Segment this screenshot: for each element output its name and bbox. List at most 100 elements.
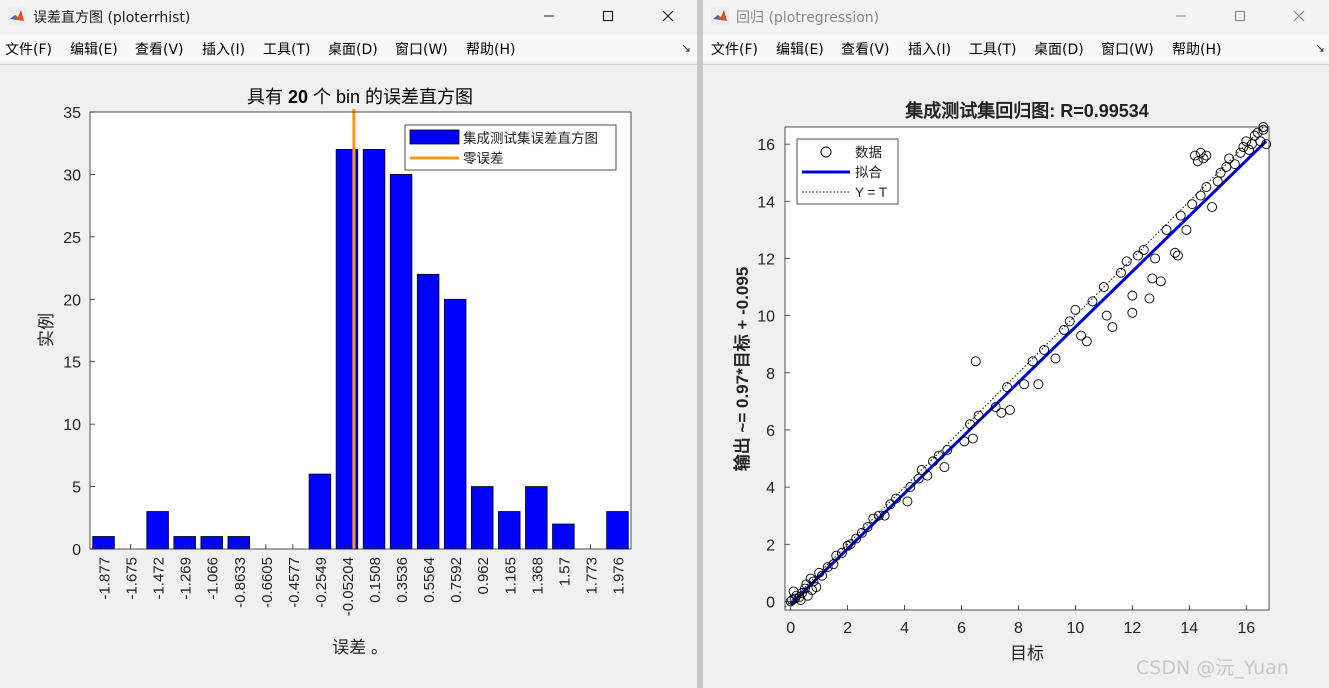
histogram-chart: 具有 20 个 bin 的误差直方图 0 5 10 15 20 25 30 35 -1.877… xyxy=(37,87,632,657)
y-tick-label: 30 xyxy=(63,167,81,184)
menu-help[interactable]: 帮助(H) xyxy=(1172,39,1221,59)
y-tick-label: 10 xyxy=(63,417,81,434)
x-tick-label: -1.472 xyxy=(151,557,168,600)
x-tick-label: -1.269 xyxy=(178,557,195,600)
chart-title: 集成测试集回归图: R=0.99534 xyxy=(904,100,1149,121)
chart-title: 具有 20 个 bin 的误差直方图 xyxy=(247,87,473,107)
x-tick-label: 8 xyxy=(1014,620,1023,637)
menu-desktop[interactable]: 桌面(D) xyxy=(1034,39,1084,59)
x-tick-label: -1.675 xyxy=(124,557,141,600)
menu-file[interactable]: 文件(F) xyxy=(711,39,758,59)
minimize-button[interactable] xyxy=(526,0,572,32)
y-tick-label: 35 xyxy=(63,105,81,122)
menu-view[interactable]: 查看(V) xyxy=(135,39,184,59)
x-tick-label: 4 xyxy=(900,620,909,637)
plot-area xyxy=(90,112,631,549)
title-bar[interactable]: 误差直方图 (ploterrhist) xyxy=(0,0,697,32)
maximize-button[interactable] xyxy=(585,0,631,32)
maximize-button[interactable] xyxy=(1217,0,1263,32)
y-tick-label: 8 xyxy=(766,366,775,383)
x-tick-label: 16 xyxy=(1237,620,1255,637)
close-icon xyxy=(1293,10,1305,22)
histogram-bar xyxy=(389,174,413,550)
legend-label-zero: 零误差 xyxy=(463,151,504,166)
title-bar[interactable]: 回归 (plotregression) xyxy=(703,0,1329,32)
menu-window[interactable]: 窗口(W) xyxy=(1101,39,1154,59)
legend-label-fit: 拟合 xyxy=(855,165,883,180)
x-tick-label: 6 xyxy=(957,620,966,637)
window-title: 误差直方图 (ploterrhist) xyxy=(33,10,191,26)
x-tick-label: -0.6605 xyxy=(259,557,276,608)
x-tick-label: 0.1508 xyxy=(367,557,384,603)
legend-label-data: 数据 xyxy=(855,145,882,160)
y-tick-label: 10 xyxy=(757,309,775,326)
legend: 数据 拟合 Y = T xyxy=(796,138,899,205)
figure-area: 具有 20 个 bin 的误差直方图 0 5 10 15 20 25 30 35 -1.877… xyxy=(0,65,697,688)
x-tick-label: 0.5564 xyxy=(421,557,438,603)
menu-edit[interactable]: 编辑(E) xyxy=(70,39,118,59)
y-tick-label: 4 xyxy=(766,480,775,497)
close-button[interactable] xyxy=(645,0,691,32)
x-tick-label: 0.962 xyxy=(475,557,492,595)
menu-window[interactable]: 窗口(W) xyxy=(395,39,448,59)
x-tick-label: 12 xyxy=(1123,620,1141,637)
dock-icon[interactable]: ↘ xyxy=(1315,41,1325,55)
y-tick-label: 25 xyxy=(63,230,81,247)
histogram-bar xyxy=(308,473,332,550)
histogram-bar xyxy=(471,486,494,550)
histogram-bar xyxy=(146,511,169,550)
histogram-bar xyxy=(416,273,440,550)
legend: 集成测试集误差直方图 零误差 xyxy=(404,124,617,171)
histogram-bar xyxy=(443,298,467,550)
x-axis-label: 误差 。 xyxy=(332,638,388,657)
x-tick-label: 1.773 xyxy=(583,557,600,595)
menu-desktop[interactable]: 桌面(D) xyxy=(328,39,378,59)
menu-tools[interactable]: 工具(T) xyxy=(263,39,310,59)
x-tick-label: 2 xyxy=(843,620,852,637)
x-tick-label: 14 xyxy=(1180,620,1198,637)
histogram-bar xyxy=(606,511,629,550)
x-tick-label: 1.57 xyxy=(556,557,573,586)
maximize-icon xyxy=(602,10,614,22)
menu-insert[interactable]: 插入(I) xyxy=(202,39,245,59)
menu-view[interactable]: 查看(V) xyxy=(841,39,890,59)
legend-label-bars: 集成测试集误差直方图 xyxy=(463,131,598,146)
y-tick-label: 15 xyxy=(63,355,81,372)
x-axis-label: 目标 xyxy=(1010,644,1044,663)
y-axis-label: 输出 ~= 0.97*目标 + -0.095 xyxy=(732,267,752,472)
y-tick-label: 20 xyxy=(63,292,81,309)
menu-tools[interactable]: 工具(T) xyxy=(969,39,1016,59)
y-tick-label: 5 xyxy=(72,480,81,497)
histogram-bar xyxy=(362,149,386,550)
matlab-icon xyxy=(711,7,729,25)
y-tick-label: 2 xyxy=(766,537,775,554)
y-tick-label: 12 xyxy=(757,251,775,268)
x-tick-label: 0 xyxy=(786,620,795,637)
dock-icon[interactable]: ↘ xyxy=(681,41,691,55)
x-tick-label: -0.2549 xyxy=(313,557,330,608)
matlab-icon xyxy=(8,7,26,25)
legend-label-yt: Y = T xyxy=(855,185,887,200)
menu-insert[interactable]: 插入(I) xyxy=(908,39,951,59)
x-tick-label: -0.4577 xyxy=(286,557,303,608)
menu-file[interactable]: 文件(F) xyxy=(5,39,52,59)
y-axis-label: 实例 xyxy=(37,313,56,347)
y-tick-label: 16 xyxy=(757,137,775,154)
histogram-bar xyxy=(498,511,521,550)
figure-area: 集成测试集回归图: R=0.99534 0 2 4 6 8 10 12 14 16 0 2 4 6 8 1… xyxy=(703,65,1329,688)
x-tick-label: -1.877 xyxy=(97,557,114,600)
regression-window: 回归 (plotregression) 文件(F) 编辑(E) 查看(V) 插入… xyxy=(703,0,1329,688)
x-tick-label: -0.8633 xyxy=(232,557,249,608)
x-tick-label: -1.066 xyxy=(205,557,222,600)
x-tick-label: 0.3536 xyxy=(394,557,411,603)
menu-help[interactable]: 帮助(H) xyxy=(466,39,515,59)
x-tick-label: -0.05204 xyxy=(340,557,357,616)
menu-edit[interactable]: 编辑(E) xyxy=(776,39,824,59)
window-title: 回归 (plotregression) xyxy=(736,10,880,26)
close-icon xyxy=(662,10,674,22)
minimize-button[interactable] xyxy=(1158,0,1204,32)
menu-bar: 文件(F) 编辑(E) 查看(V) 插入(I) 工具(T) 桌面(D) 窗口(W… xyxy=(0,34,697,62)
close-button[interactable] xyxy=(1276,0,1322,32)
y-tick-label: 14 xyxy=(757,194,775,211)
x-tick-label: 1.368 xyxy=(529,557,546,595)
